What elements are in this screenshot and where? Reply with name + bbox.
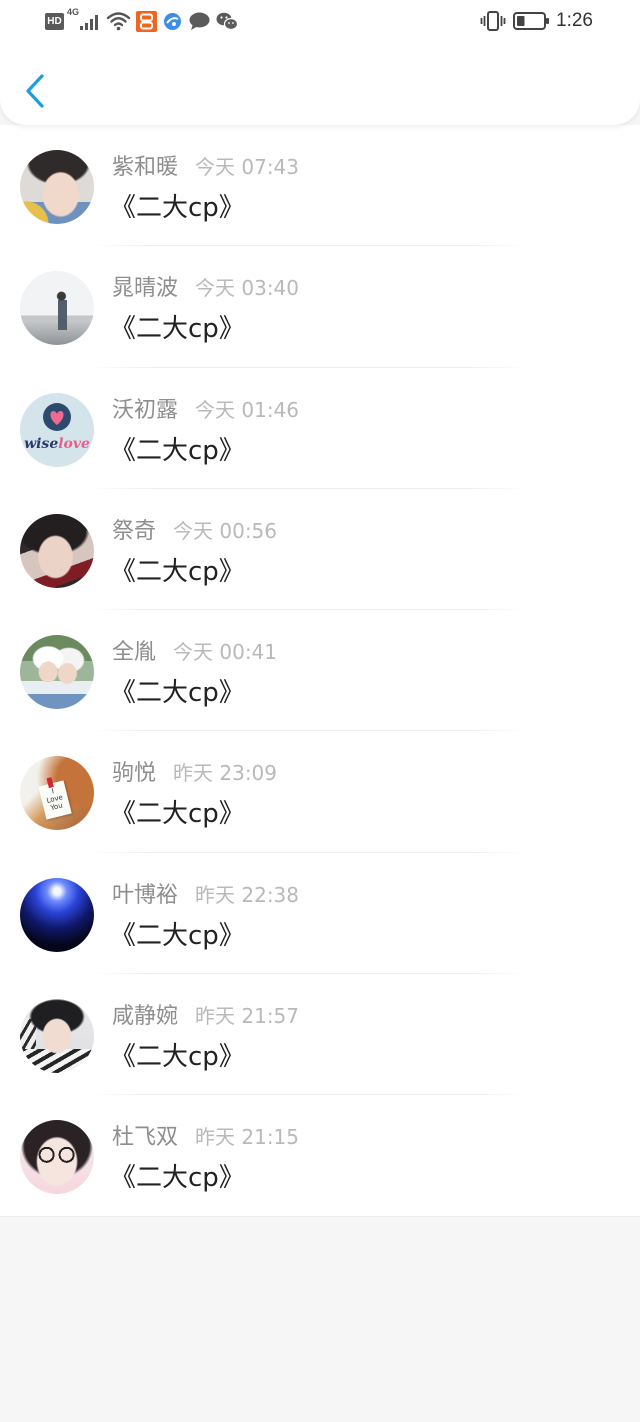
battery-level-fill bbox=[517, 16, 525, 26]
message-text: 《二大cp》 bbox=[110, 435, 245, 466]
sender-line: 叶博裕 昨天 22:38 bbox=[112, 880, 299, 910]
message-item[interactable]: 全胤 今天 00:41 《二大cp》 bbox=[0, 610, 640, 732]
message-text: 《二大cp》 bbox=[110, 193, 245, 223]
status-bar: HD 4G 1:26 bbox=[0, 0, 640, 44]
message-text: 《二大cp》 bbox=[110, 1041, 245, 1072]
sender-line: 杜飞双 昨天 21:15 bbox=[112, 1122, 299, 1152]
message-item[interactable]: 咸静婉 昨天 21:57 《二大cp》 bbox=[0, 974, 640, 1095]
sender-name: 驹悦 bbox=[112, 761, 157, 787]
avatar[interactable] bbox=[20, 271, 94, 346]
avatar[interactable]: wiselove bbox=[20, 392, 94, 467]
avatar[interactable] bbox=[20, 513, 94, 588]
message-time: 今天 03:40 bbox=[195, 276, 300, 301]
message-time: 今天 01:46 bbox=[195, 397, 300, 422]
message-text: 《二大cp》 bbox=[110, 678, 245, 708]
message-time: 昨天 21:15 bbox=[195, 1125, 300, 1149]
avatar[interactable] bbox=[20, 150, 94, 224]
wifi-icon bbox=[106, 12, 131, 31]
sender-name: 祭奇 bbox=[112, 518, 157, 544]
message-item[interactable]: wiselove 沃初露 今天 01:46 《二大cp》 bbox=[0, 368, 640, 489]
sender-name: 沃初露 bbox=[112, 397, 179, 423]
avatar[interactable] bbox=[20, 635, 94, 709]
message-item[interactable]: 杜飞双 昨天 21:15 《二大cp》 bbox=[0, 1095, 640, 1216]
avatar[interactable] bbox=[20, 877, 94, 952]
avatar-logo: wiselove bbox=[20, 393, 94, 467]
app-notification-icon bbox=[136, 11, 157, 32]
sender-name: 杜飞双 bbox=[112, 1125, 179, 1150]
message-item[interactable]: 叶博裕 昨天 22:38 《二大cp》 bbox=[0, 853, 640, 974]
avatar-note: I Love You bbox=[38, 777, 72, 820]
hd-badge: HD bbox=[45, 13, 64, 30]
message-time: 昨天 23:09 bbox=[173, 761, 278, 786]
message-item[interactable]: 紫和暖 今天 07:43 《二大cp》 bbox=[0, 125, 640, 247]
browser-icon bbox=[164, 13, 181, 30]
message-item[interactable]: I Love You 驹悦 昨天 23:09 《二大cp》 bbox=[0, 731, 640, 853]
sender-line: 咸静婉 昨天 21:57 bbox=[112, 1001, 299, 1031]
wechat-icon bbox=[216, 12, 238, 31]
sender-name: 紫和暖 bbox=[112, 155, 179, 180]
message-text: 《二大cp》 bbox=[110, 799, 245, 830]
sender-line: 全胤 今天 00:41 bbox=[112, 637, 277, 667]
sender-line: 祭奇 今天 00:56 bbox=[112, 516, 277, 546]
heart-icon bbox=[43, 402, 71, 431]
sender-name: 全胤 bbox=[112, 640, 157, 665]
message-text: 《二大cp》 bbox=[110, 1163, 245, 1193]
logo-text-part1: wise bbox=[24, 435, 59, 452]
logo-text: wiselove bbox=[20, 436, 94, 452]
sender-name: 叶博裕 bbox=[112, 882, 179, 908]
message-time: 今天 00:41 bbox=[173, 640, 278, 664]
sender-name: 咸静婉 bbox=[112, 1003, 179, 1029]
message-time: 今天 00:56 bbox=[173, 518, 278, 543]
message-item[interactable]: 祭奇 今天 00:56 《二大cp》 bbox=[0, 489, 640, 610]
message-item[interactable]: 晁晴波 今天 03:40 《二大cp》 bbox=[0, 246, 640, 368]
avatar[interactable] bbox=[20, 1120, 94, 1194]
signal-icon bbox=[80, 15, 98, 30]
logo-text-part2: love bbox=[58, 435, 90, 452]
message-text: 《二大cp》 bbox=[110, 920, 245, 951]
message-text: 《二大cp》 bbox=[110, 556, 245, 587]
sender-line: 驹悦 昨天 23:09 bbox=[112, 758, 277, 788]
message-text: 《二大cp》 bbox=[110, 314, 245, 345]
sender-line: 紫和暖 今天 07:43 bbox=[112, 152, 299, 182]
avatar[interactable]: I Love You bbox=[20, 756, 94, 831]
message-time: 今天 07:43 bbox=[195, 155, 300, 179]
sender-name: 晁晴波 bbox=[112, 276, 179, 302]
sender-line: 晁晴波 今天 03:40 bbox=[112, 273, 299, 303]
clock: 1:26 bbox=[556, 10, 593, 31]
back-button[interactable] bbox=[14, 64, 58, 118]
top-nav: HD 4G 1:26 bbox=[0, 0, 640, 125]
clip-icon bbox=[46, 777, 54, 789]
avatar[interactable] bbox=[20, 998, 94, 1073]
message-bubble-icon bbox=[189, 12, 210, 30]
battery-icon bbox=[513, 12, 549, 30]
chevron-left-icon bbox=[26, 74, 44, 108]
sender-line: 沃初露 今天 01:46 bbox=[112, 395, 299, 425]
vibrate-icon bbox=[480, 11, 506, 31]
network-type-label: 4G bbox=[67, 7, 80, 17]
message-time: 昨天 21:57 bbox=[195, 1003, 300, 1028]
message-time: 昨天 22:38 bbox=[195, 882, 300, 907]
message-list: 紫和暖 今天 07:43 《二大cp》 晁晴波 今天 03:40 《二大cp》 wi… bbox=[0, 125, 640, 1218]
